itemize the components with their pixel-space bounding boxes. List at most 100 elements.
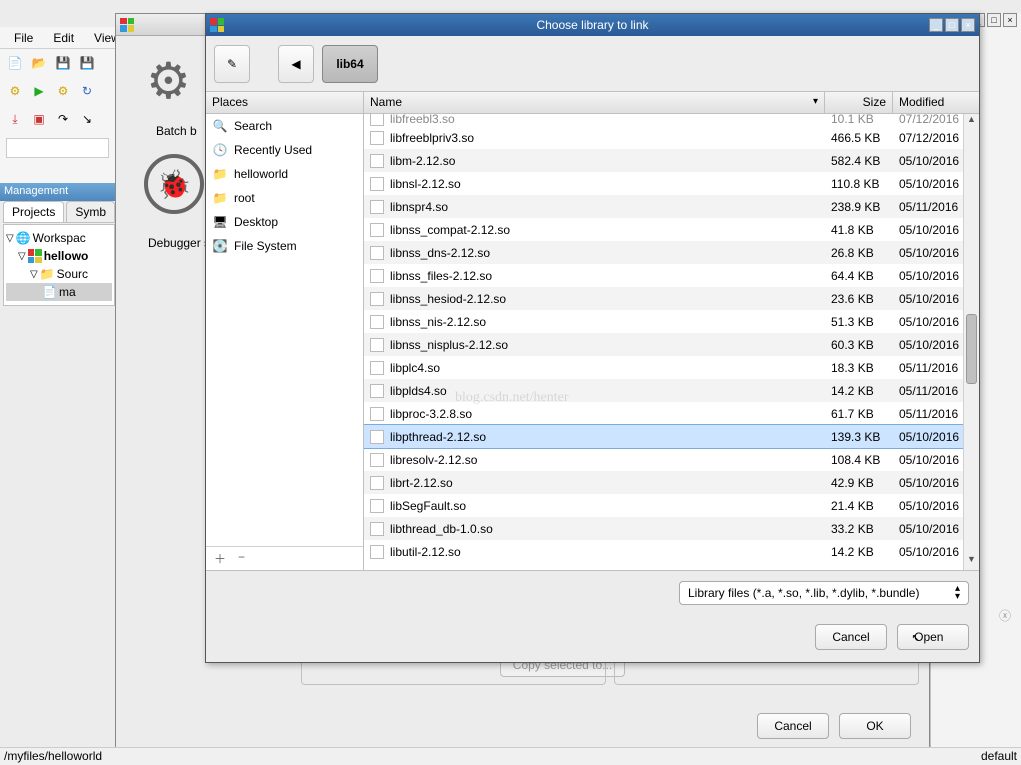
rebuild-icon[interactable]: ↻ bbox=[78, 82, 96, 100]
tree-workspace[interactable]: ▽🌐Workspac bbox=[6, 229, 112, 247]
open-icon[interactable]: 📂 bbox=[30, 54, 48, 72]
file-row[interactable]: libnss_hesiod-2.12.so23.6 KB05/10/2016 bbox=[364, 287, 979, 310]
main-maximize-icon[interactable]: □ bbox=[987, 13, 1001, 27]
file-row[interactable]: libnss_nisplus-2.12.so60.3 KB05/10/2016 bbox=[364, 333, 979, 356]
debug-into-icon[interactable]: ↘ bbox=[78, 110, 96, 128]
status-path: /myfiles/helloworld bbox=[4, 749, 102, 764]
debug-icon[interactable]: ▣ bbox=[30, 110, 48, 128]
file-row[interactable]: librt-2.12.so42.9 KB05/10/2016 bbox=[364, 471, 979, 494]
build-run-icon[interactable]: ⚙ bbox=[54, 82, 72, 100]
column-size[interactable]: Size bbox=[825, 92, 893, 113]
recent-icon: 🕓 bbox=[212, 142, 228, 158]
menu-file[interactable]: File bbox=[4, 29, 43, 47]
place-item[interactable]: 💽File System bbox=[206, 234, 363, 258]
file-name: libnss_compat-2.12.so bbox=[390, 223, 510, 237]
file-row[interactable]: libfreeblpriv3.so466.5 KB07/12/2016 bbox=[364, 126, 979, 149]
dialog-minimize-icon[interactable]: _ bbox=[929, 18, 943, 32]
column-name[interactable]: Name▾ bbox=[364, 92, 825, 113]
dialog-titlebar: Choose library to link _ □ × bbox=[206, 14, 979, 36]
file-row[interactable]: libresolv-2.12.so108.4 KB05/10/2016 bbox=[364, 448, 979, 471]
file-icon bbox=[370, 545, 384, 559]
places-remove-icon[interactable]: − bbox=[238, 550, 245, 567]
place-item[interactable]: 🕓 Recently Used bbox=[206, 138, 363, 162]
place-label: Recently Used bbox=[234, 143, 312, 157]
file-row[interactable]: libnss_nis-2.12.so51.3 KB05/10/2016 bbox=[364, 310, 979, 333]
file-row[interactable]: libnsl-2.12.so110.8 KB05/10/2016 bbox=[364, 172, 979, 195]
dialog-cancel-button[interactable]: Cancel bbox=[815, 624, 887, 650]
file-row[interactable]: libthread_db-1.0.so33.2 KB05/10/2016 bbox=[364, 517, 979, 540]
file-row[interactable]: libproc-3.2.8.so61.7 KB05/11/2016 bbox=[364, 402, 979, 425]
dialog-open-button[interactable]: Open↖ bbox=[897, 624, 969, 650]
tab-symbols[interactable]: Symb bbox=[66, 201, 115, 222]
files-pane: Name▾ Size Modified libfreebl3.so10.1 KB… bbox=[364, 92, 979, 570]
places-add-icon[interactable]: ＋ bbox=[214, 550, 226, 567]
debug-step-icon[interactable]: ⤓ bbox=[6, 110, 24, 128]
column-modified[interactable]: Modified bbox=[893, 92, 979, 113]
file-row[interactable]: libnspr4.so238.9 KB05/11/2016 bbox=[364, 195, 979, 218]
file-icon bbox=[370, 269, 384, 283]
file-icon bbox=[370, 223, 384, 237]
file-row[interactable]: libpthread-2.12.so139.3 KB05/10/2016 bbox=[364, 425, 979, 448]
file-icon bbox=[370, 292, 384, 306]
desktop-icon: 🖥 bbox=[212, 214, 228, 230]
file-name: libproc-3.2.8.so bbox=[390, 407, 472, 421]
scroll-thumb[interactable] bbox=[966, 314, 977, 384]
updown-icon: ▴▾ bbox=[955, 585, 960, 601]
file-size: 110.8 KB bbox=[825, 177, 893, 191]
tab-projects[interactable]: Projects bbox=[3, 201, 64, 222]
place-item[interactable]: 🖥Desktop bbox=[206, 210, 363, 234]
debug-next-icon[interactable]: ↷ bbox=[54, 110, 72, 128]
file-name: libplds4.so bbox=[390, 384, 447, 398]
file-row[interactable]: libutil-2.12.so14.2 KB05/10/2016 bbox=[364, 540, 979, 563]
tree-project[interactable]: ▽hellowo bbox=[6, 247, 112, 265]
menu-edit[interactable]: Edit bbox=[43, 29, 84, 47]
dialog-maximize-icon[interactable]: □ bbox=[945, 18, 959, 32]
file-icon bbox=[370, 453, 384, 467]
path-crumb-lib64[interactable]: lib64 bbox=[322, 45, 378, 83]
scroll-down-icon[interactable]: ▼ bbox=[964, 554, 979, 570]
file-size: 26.8 KB bbox=[825, 246, 893, 260]
save-all-icon[interactable]: 💾 bbox=[78, 54, 96, 72]
file-size: 23.6 KB bbox=[825, 292, 893, 306]
files-scrollbar[interactable]: ▲ ▼ bbox=[963, 114, 979, 570]
file-size: 14.2 KB bbox=[825, 545, 893, 559]
path-edit-icon[interactable]: ✎ bbox=[214, 45, 250, 83]
dialog-path-toolbar: ✎ ◀ lib64 bbox=[206, 36, 979, 92]
file-row[interactable]: libfreebl3.so10.1 KB07/12/2016 bbox=[364, 114, 979, 126]
file-row[interactable]: libnss_files-2.12.so64.4 KB05/10/2016 bbox=[364, 264, 979, 287]
build-icon[interactable]: ⚙ bbox=[6, 82, 24, 100]
run-icon[interactable]: ▶ bbox=[30, 82, 48, 100]
place-item[interactable]: 📁helloworld bbox=[206, 162, 363, 186]
dialog-close-icon[interactable]: × bbox=[961, 18, 975, 32]
file-size: 33.2 KB bbox=[825, 522, 893, 536]
choose-library-dialog: Choose library to link _ □ × ✎ ◀ lib64 P… bbox=[205, 13, 980, 663]
file-icon bbox=[370, 200, 384, 214]
place-item[interactable]: 🔍Search bbox=[206, 114, 363, 138]
scroll-up-icon[interactable]: ▲ bbox=[964, 114, 979, 130]
file-row[interactable]: libm-2.12.so582.4 KB05/10/2016 bbox=[364, 149, 979, 172]
file-size: 61.7 KB bbox=[825, 407, 893, 421]
management-header: Management bbox=[0, 183, 115, 201]
file-row[interactable]: libnss_compat-2.12.so41.8 KB05/10/2016 bbox=[364, 218, 979, 241]
settings-cancel-button[interactable]: Cancel bbox=[757, 713, 829, 739]
new-file-icon[interactable]: 📄 bbox=[6, 54, 24, 72]
file-row[interactable]: libplds4.so14.2 KB05/11/2016 bbox=[364, 379, 979, 402]
save-icon[interactable]: 💾 bbox=[54, 54, 72, 72]
place-item[interactable]: 📁root bbox=[206, 186, 363, 210]
main-toolbar: 📄 📂 💾 💾 ⚙ ▶ ⚙ ↻ ⤓ ▣ ↷ ↘ bbox=[0, 49, 115, 189]
path-parent-icon[interactable]: ◀ bbox=[278, 45, 314, 83]
file-icon bbox=[370, 154, 384, 168]
tree-sources[interactable]: ▽📁Sourc bbox=[6, 265, 112, 283]
main-close-icon[interactable]: × bbox=[1003, 13, 1017, 27]
file-size: 21.4 KB bbox=[825, 499, 893, 513]
file-row[interactable]: libplc4.so18.3 KB05/11/2016 bbox=[364, 356, 979, 379]
close-x-icon[interactable]: ⓧ bbox=[999, 607, 1011, 624]
file-icon bbox=[370, 476, 384, 490]
settings-ok-button[interactable]: OK bbox=[839, 713, 911, 739]
file-row[interactable]: libnss_dns-2.12.so26.8 KB05/10/2016 bbox=[364, 241, 979, 264]
file-row[interactable]: libSegFault.so21.4 KB05/10/2016 bbox=[364, 494, 979, 517]
file-name: librt-2.12.so bbox=[390, 476, 453, 490]
tree-file-main[interactable]: 📄ma bbox=[6, 283, 112, 301]
file-filter-select[interactable]: Library files (*.a, *.so, *.lib, *.dylib… bbox=[679, 581, 969, 605]
place-label: File System bbox=[234, 239, 297, 253]
